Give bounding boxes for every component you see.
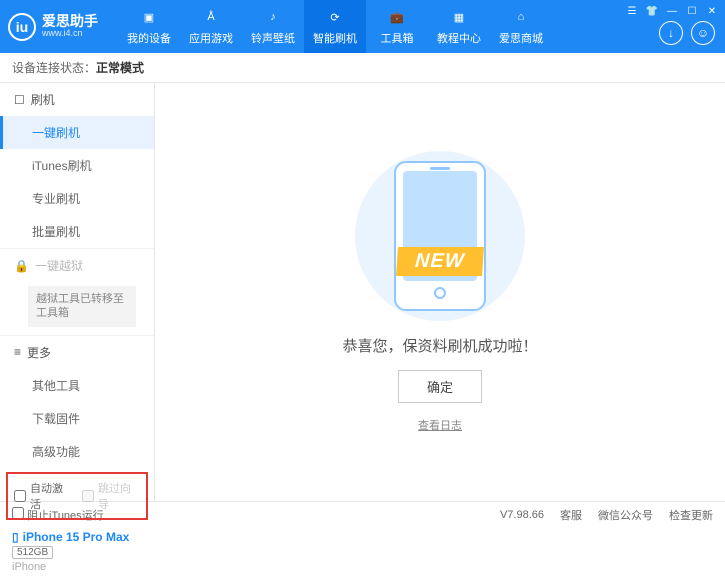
new-badge: NEW — [396, 247, 484, 276]
view-log-link[interactable]: 查看日志 — [418, 417, 462, 433]
nav-tab-4[interactable]: 💼工具箱 — [366, 0, 428, 53]
nav-tab-5[interactable]: ▦教程中心 — [428, 0, 490, 53]
footer-link-wechat[interactable]: 微信公众号 — [598, 507, 653, 523]
nav-icon-4: 💼 — [387, 7, 407, 27]
nav-tab-1[interactable]: Å应用游戏 — [180, 0, 242, 53]
sidebar-head-flash[interactable]: ☐ 刷机 — [0, 83, 154, 116]
nav-icon-6: ⌂ — [511, 7, 531, 27]
device-type: iPhone — [12, 561, 142, 573]
close-icon[interactable]: ✕ — [705, 4, 719, 18]
nav-tab-3[interactable]: ⟳智能刷机 — [304, 0, 366, 53]
ok-button[interactable]: 确定 — [398, 370, 482, 403]
user-button[interactable]: ☺ — [691, 21, 715, 45]
nav-tab-2[interactable]: ♪铃声壁纸 — [242, 0, 304, 53]
status-bar: 设备连接状态： 正常模式 — [0, 53, 725, 83]
footer-link-support[interactable]: 客服 — [560, 507, 582, 523]
nav-icon-0: ▣ — [139, 7, 159, 27]
options-highlight-box: 自动激活 跳过向导 — [6, 472, 148, 520]
jailbreak-note: 越狱工具已转移至工具箱 — [28, 286, 136, 327]
status-value: 正常模式 — [96, 59, 144, 76]
more-icon: ≡ — [14, 345, 21, 359]
nav-tab-0[interactable]: ▣我的设备 — [118, 0, 180, 53]
app-title: 爱思助手 — [42, 14, 98, 29]
nav-icon-5: ▦ — [449, 7, 469, 27]
skip-guide-checkbox: 跳过向导 — [82, 480, 140, 512]
nav-icon-2: ♪ — [263, 7, 283, 27]
skin-icon[interactable]: 👕 — [645, 4, 659, 18]
minimize-icon[interactable]: — — [665, 4, 679, 18]
download-button[interactable]: ↓ — [659, 21, 683, 45]
sidebar-item-more-2[interactable]: 高级功能 — [0, 435, 154, 468]
logo-icon: iu — [8, 13, 36, 41]
lock-icon: 🔒 — [14, 259, 29, 273]
device-storage: 512GB — [12, 546, 53, 559]
nav-icon-3: ⟳ — [325, 7, 345, 27]
phone-icon: ▯ — [12, 530, 19, 544]
sidebar-item-flash-3[interactable]: 批量刷机 — [0, 215, 154, 248]
maximize-icon[interactable]: ☐ — [685, 4, 699, 18]
nav-icon-1: Å — [201, 7, 221, 27]
version-label: V7.98.66 — [500, 509, 544, 521]
sidebar-head-more[interactable]: ≡ 更多 — [0, 336, 154, 369]
device-name[interactable]: ▯ iPhone 15 Pro Max — [12, 530, 142, 544]
sidebar-item-more-1[interactable]: 下载固件 — [0, 402, 154, 435]
nav-tab-6[interactable]: ⌂爱思商城 — [490, 0, 552, 53]
app-logo: iu 爱思助手 www.i4.cn — [8, 13, 118, 41]
flash-icon: ☐ — [14, 93, 25, 107]
status-label: 设备连接状态： — [12, 59, 96, 76]
sidebar-item-flash-2[interactable]: 专业刷机 — [0, 182, 154, 215]
success-illustration: NEW — [340, 151, 540, 321]
auto-activate-checkbox[interactable]: 自动激活 — [14, 480, 72, 512]
sidebar-head-jailbreak: 🔒 一键越狱 — [0, 249, 154, 282]
sidebar-item-flash-1[interactable]: iTunes刷机 — [0, 149, 154, 182]
app-subtitle: www.i4.cn — [42, 29, 98, 39]
menu-icon[interactable]: ☰ — [625, 4, 639, 18]
success-message: 恭喜您，保资料刷机成功啦！ — [342, 335, 537, 356]
sidebar-item-more-0[interactable]: 其他工具 — [0, 369, 154, 402]
sidebar-item-flash-0[interactable]: 一键刷机 — [0, 116, 154, 149]
footer-link-update[interactable]: 检查更新 — [669, 507, 713, 523]
